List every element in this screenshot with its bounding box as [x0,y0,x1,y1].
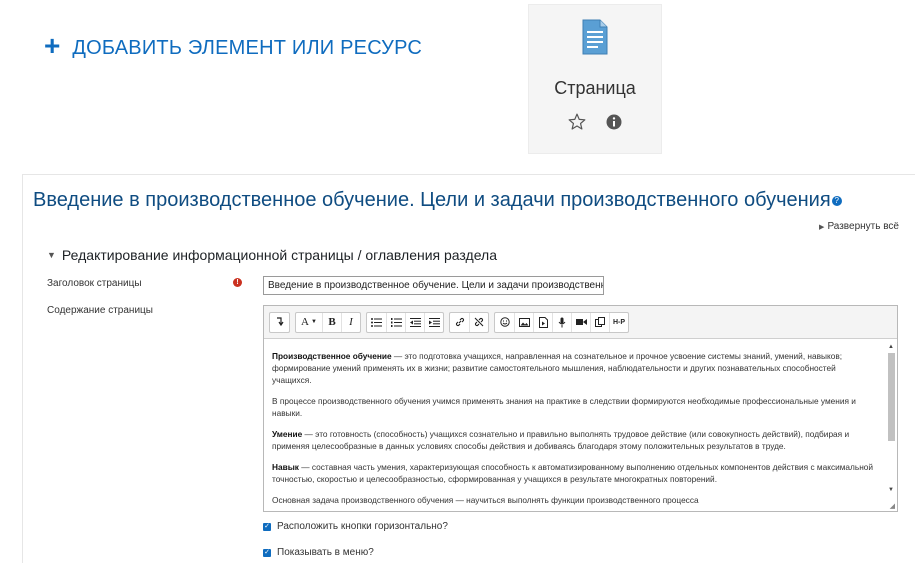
page-title-text: Введение в производственное обучение. Це… [33,189,831,211]
help-icon[interactable]: ? [831,195,842,206]
media-icon[interactable] [533,312,552,332]
star-icon[interactable] [568,113,586,135]
show-in-menu-checkbox[interactable]: ✓ Показывать в меню? [263,547,374,558]
paragraph-task: Основная задача производственного обучен… [272,494,877,506]
checkbox-checked-icon[interactable]: ✓ [263,522,271,531]
checkbox-label: Показывать в меню? [277,547,374,558]
h5p-icon[interactable]: H-P [609,312,628,332]
paragraph-text: В процессе производственного обучения уч… [272,396,856,418]
editor-toolbar: A ▼ B I H-P [264,306,897,339]
checkbox-label: Расположить кнопки горизонтально? [277,521,448,532]
italic-button[interactable]: I [341,312,360,332]
edit-form: Введение в производственное обучение. Це… [22,174,915,563]
paragraph-text: Основная задача производственного обучен… [272,495,699,505]
emoji-icon[interactable] [495,313,514,332]
page-title-input[interactable]: Введение в производственное обучение. Це… [263,276,604,295]
paragraph-habit: Навык — составная часть умения, характер… [272,461,877,485]
content-field-label: Содержание страницы [47,305,153,316]
scroll-up-icon[interactable]: ▲ [887,344,895,351]
page-title: Введение в производственное обучение. Це… [33,189,842,212]
add-activity-label: ДОБАВИТЬ ЭЛЕМЕНТ ИЛИ РЕСУРС [72,36,423,59]
checkbox-checked-icon[interactable]: ✓ [263,548,271,557]
image-icon[interactable] [514,312,533,332]
section-header[interactable]: ▼ Редактирование информационной страницы… [47,247,497,263]
term: Производственное обучение [272,351,392,361]
plus-icon: + [44,30,61,61]
link-icon[interactable] [450,313,469,332]
outdent-icon[interactable] [405,312,424,332]
manage-files-icon[interactable] [590,312,609,332]
horizontal-buttons-checkbox[interactable]: ✓ Расположить кнопки горизонтально? [263,521,448,532]
font-style-button[interactable]: A ▼ [296,313,322,332]
term: Навык [272,462,299,472]
resize-handle-icon[interactable]: ◢ [890,502,895,510]
editor-content[interactable]: Производственное обучение — это подготов… [264,339,897,511]
numbered-list-icon[interactable] [386,312,405,332]
bullet-list-icon[interactable] [367,313,386,332]
paragraph-text: — это готовность (способность) учащихся … [272,429,850,451]
term: Умение [272,429,303,439]
indent-icon[interactable] [424,312,443,332]
microphone-icon[interactable] [552,312,571,332]
add-activity-link[interactable]: + ДОБАВИТЬ ЭЛЕМЕНТ ИЛИ РЕСУРС [44,32,423,60]
tile-label: Страница [554,78,636,98]
page-module-tile[interactable]: Страница [528,4,662,154]
scroll-thumb[interactable] [887,353,895,441]
scroll-down-icon[interactable]: ▼ [887,487,895,494]
paragraph-process: В процессе производственного обучения уч… [272,395,877,419]
paragraph-text: — составная часть умения, характеризующа… [272,462,874,484]
expand-all-link[interactable]: ▶ Развернуть всё [819,221,899,232]
unlink-icon[interactable] [469,312,488,332]
paragraph-definition: Производственное обучение — это подготов… [272,350,877,386]
expand-all-label: Развернуть всё [827,221,899,232]
chevron-down-icon: ▼ [47,250,56,260]
video-camera-icon[interactable] [571,312,590,332]
triangle-right-icon: ▶ [819,224,825,231]
collapse-toolbar-icon[interactable] [270,313,289,332]
content-editor[interactable]: A ▼ B I H-P Производственное обучение — … [263,305,898,512]
paragraph-skill: Умение — это готовность (способность) уч… [272,428,877,452]
info-icon[interactable] [606,114,622,135]
bold-button[interactable]: B [322,312,341,332]
page-doc-icon [580,19,610,60]
page-title-field-label: Заголовок страницы [47,278,142,289]
editor-scrollbar[interactable]: ▲ ▼ [887,344,895,494]
required-icon: ! [233,278,242,287]
section-title: Редактирование информационной страницы /… [61,247,497,263]
